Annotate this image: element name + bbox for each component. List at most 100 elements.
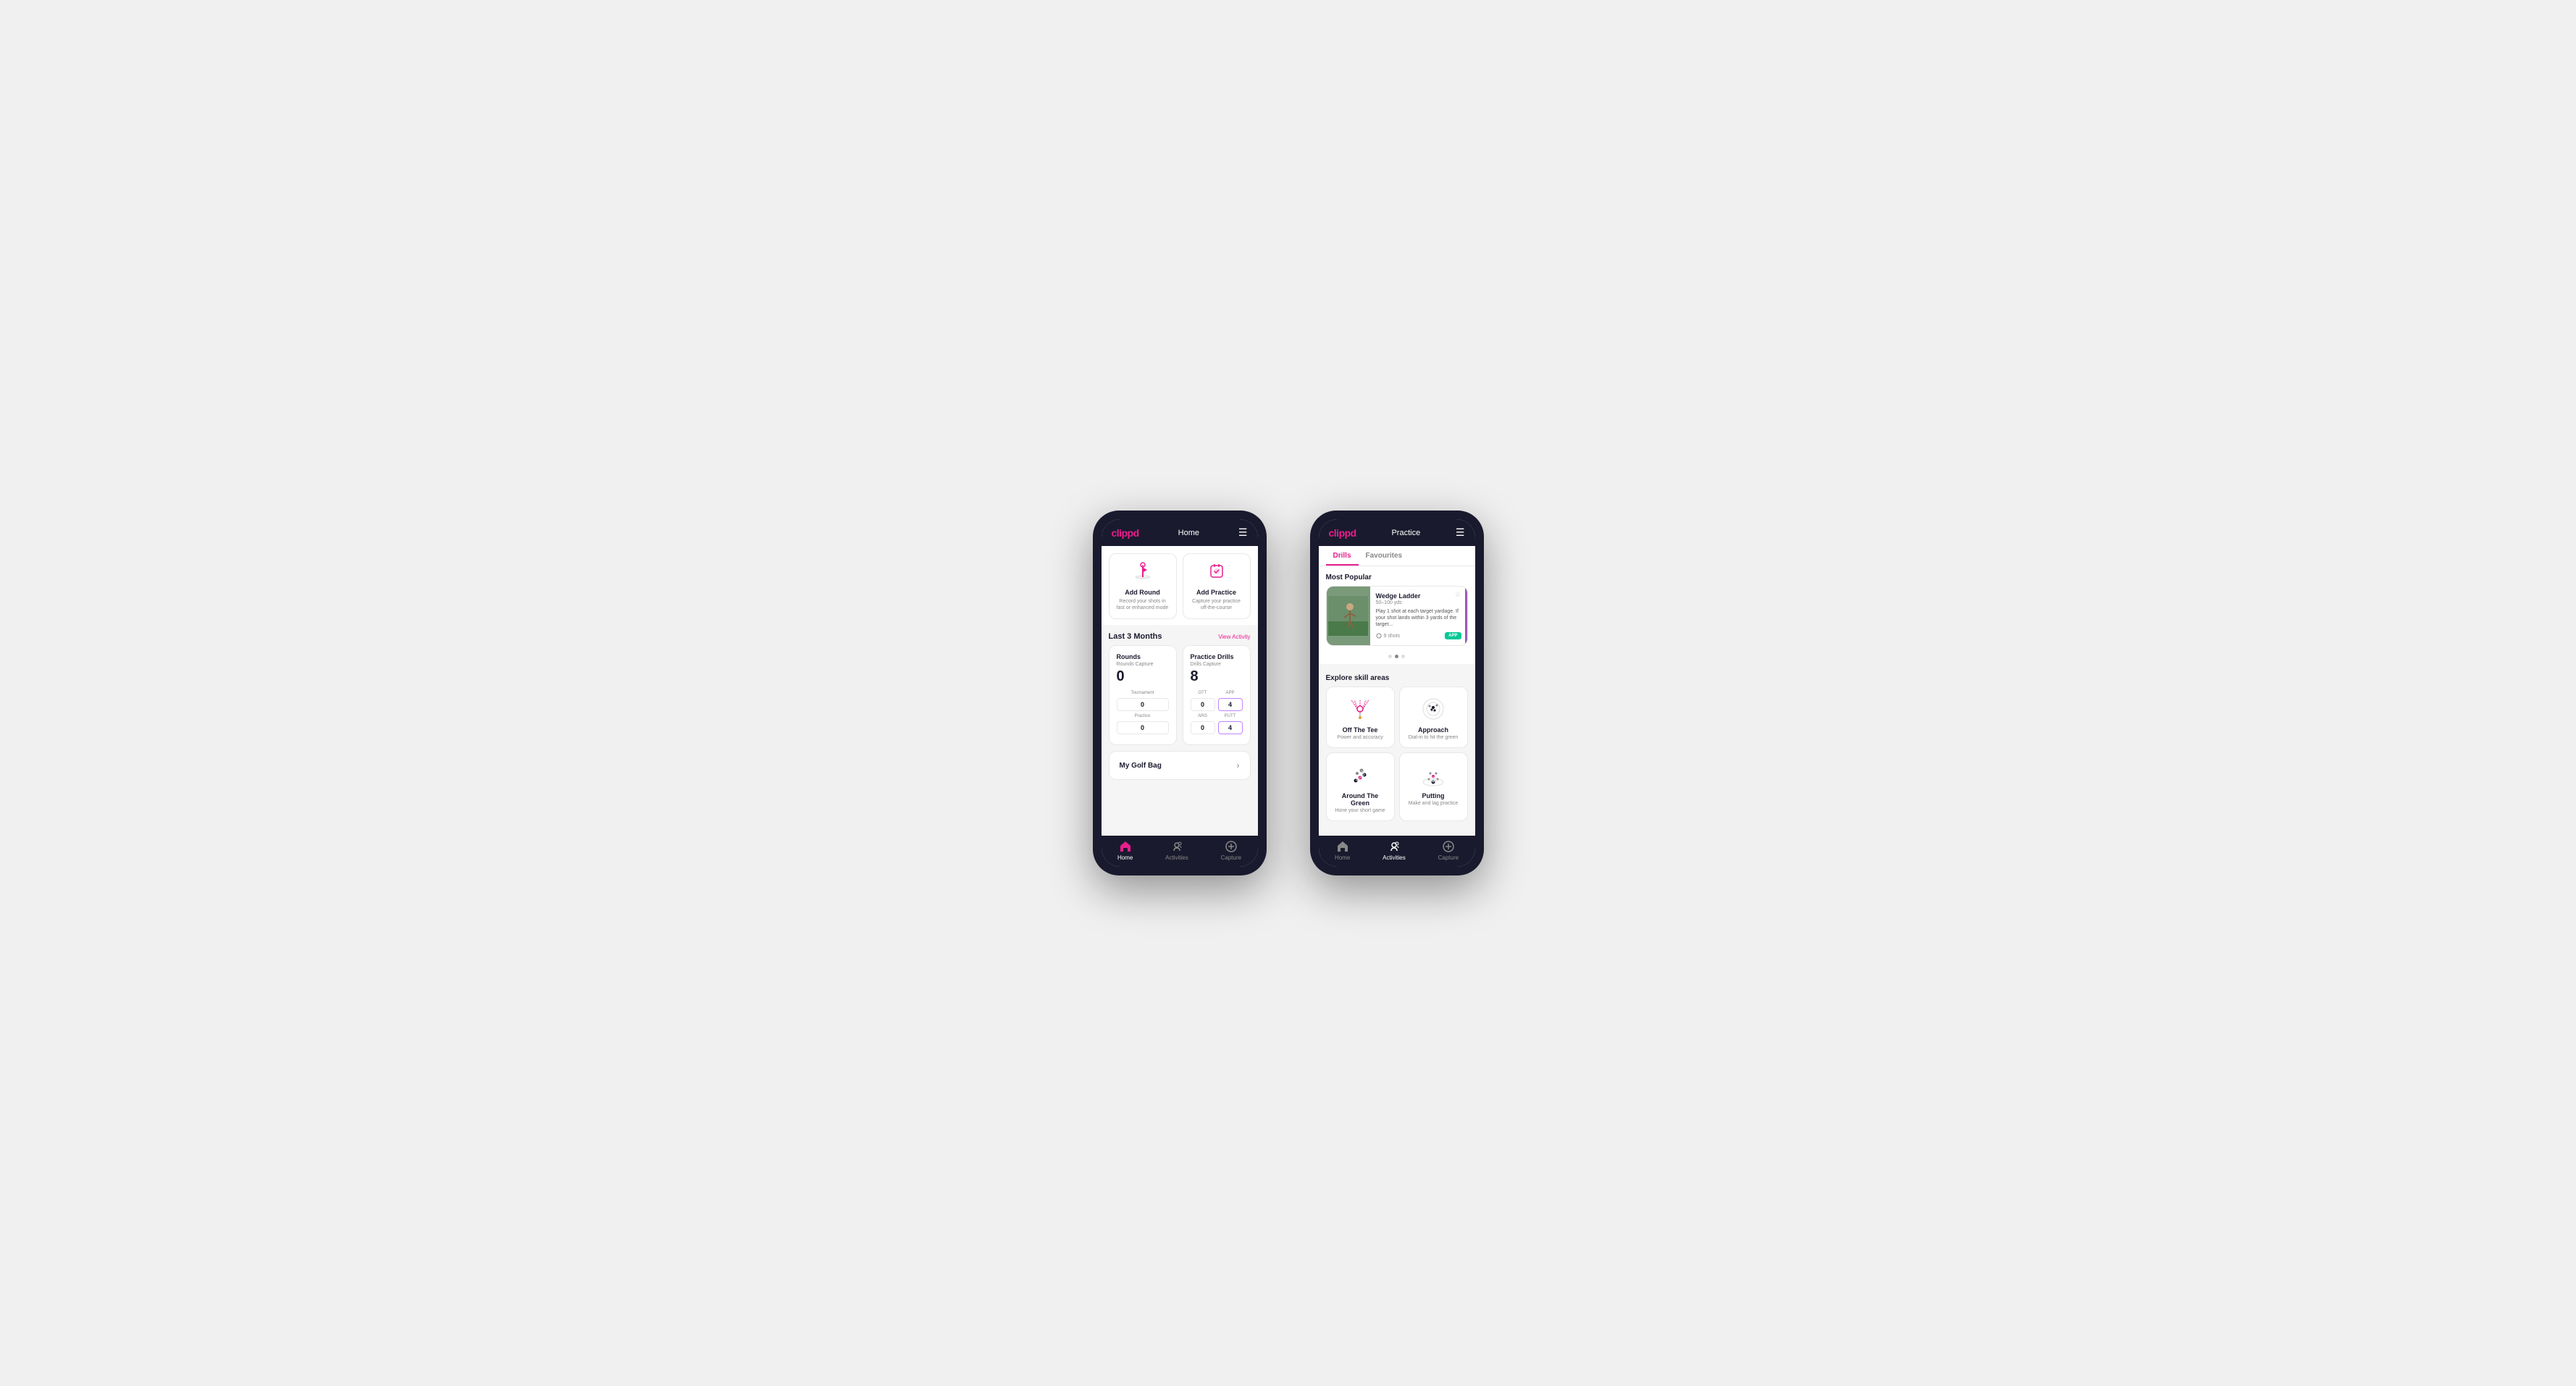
approach-name: Approach [1418,726,1448,734]
arg-val: 0 [1191,721,1215,734]
app-logo-2: clippd [1329,527,1356,539]
drill-title: Wedge Ladder [1376,592,1461,600]
app-label: APP [1218,691,1243,695]
off-the-tee-desc: Power and accuracy [1337,735,1383,740]
nav-capture-label: Capture [1221,854,1241,861]
practice-label: Practice [1117,714,1169,718]
skill-card-off-the-tee[interactable]: Off The Tee Power and accuracy [1326,686,1395,748]
rounds-title: Rounds [1117,653,1169,660]
nav-activities-2[interactable]: Activities [1383,840,1406,861]
dot-3 [1401,655,1405,658]
off-the-tee-icon [1346,694,1375,723]
home-content: Add Round Record your shots in fast or e… [1102,546,1258,836]
drill-badge: APP [1445,632,1461,639]
menu-icon-2[interactable]: ☰ [1456,526,1465,539]
menu-icon[interactable]: ☰ [1238,526,1248,539]
star-icon[interactable]: ☆ [1455,591,1461,599]
most-popular-title: Most Popular [1319,566,1475,586]
practice-content: Most Popular [1319,566,1475,836]
skill-card-approach[interactable]: Approach Dial-in to hit the green [1399,686,1468,748]
drills-total: 8 [1191,668,1243,685]
around-the-green-desc: Hone your short game [1335,808,1385,813]
dots-indicator [1319,652,1475,664]
tournament-val: 0 [1117,698,1169,711]
app-header-practice: clippd Practice ☰ [1319,519,1475,546]
nav-capture-2[interactable]: Capture [1438,840,1459,861]
explore-section: Explore skill areas [1319,668,1475,828]
rounds-card: Rounds Rounds Capture 0 Tournament 0 Pra… [1109,645,1177,745]
nav-home-label-2: Home [1335,854,1350,861]
view-activity-link[interactable]: View Activity [1218,634,1250,640]
rounds-tournament-row: Tournament [1117,691,1169,695]
header-title: Home [1178,529,1199,537]
explore-title: Explore skill areas [1326,668,1468,686]
practice-tabs: Drills Favourites [1319,546,1475,566]
approach-desc: Dial-in to hit the green [1409,735,1458,740]
arg-label: ARG [1191,714,1215,718]
practice-val: 0 [1117,721,1169,734]
skill-card-around-the-green[interactable]: Around The Green Hone your short game [1326,752,1395,821]
nav-home-label: Home [1117,854,1133,861]
drills-capture-label: Drills Capture [1191,662,1243,667]
app-header-home: clippd Home ☰ [1102,519,1258,546]
nav-home-2[interactable]: Home [1335,840,1350,861]
add-practice-title: Add Practice [1196,589,1236,596]
drill-description: Play 1 shot at each target yardage. If y… [1376,608,1461,628]
practice-drills-card: Practice Drills Drills Capture 8 OTT APP… [1183,645,1251,745]
bottom-nav-home: Home Activities Capture [1102,836,1258,867]
skill-card-putting[interactable]: Putting Make and lag practice [1399,752,1468,821]
home-nav-icon-2 [1336,840,1349,853]
drills-vals-row2: 0 4 [1191,721,1243,734]
drill-footer: 9 shots APP [1376,632,1461,639]
nav-activities[interactable]: Activities [1165,840,1188,861]
shots-icon [1376,633,1382,639]
dot-2 [1395,655,1398,658]
app-logo: clippd [1112,527,1139,539]
rounds-practice-val-row: 0 [1117,721,1169,734]
tab-favourites[interactable]: Favourites [1359,546,1410,566]
phone-home: clippd Home ☰ Ad [1093,511,1267,875]
nav-activities-label: Activities [1165,854,1188,861]
approach-icon [1419,694,1448,723]
drills-labels-row2: ARG PUTT [1191,714,1243,718]
bottom-nav-practice: Home Activities Capture [1319,836,1475,867]
drill-subtitle: 50–100 yds [1376,600,1461,605]
tab-drills[interactable]: Drills [1326,546,1359,566]
putting-icon [1419,760,1448,789]
golf-bag-row[interactable]: My Golf Bag › [1109,751,1251,780]
phone-practice: clippd Practice ☰ Drills Favourites Most… [1310,511,1484,875]
skill-grid: Off The Tee Power and accuracy [1326,686,1468,821]
activity-title: Last 3 Months [1109,632,1162,641]
activities-nav-icon-2 [1388,840,1401,853]
nav-activities-label-2: Activities [1383,854,1406,861]
rounds-total: 0 [1117,668,1169,685]
putting-desc: Make and lag practice [1409,801,1458,806]
activities-nav-icon [1170,840,1183,853]
nav-capture[interactable]: Capture [1221,840,1241,861]
nav-home[interactable]: Home [1117,840,1133,861]
purple-accent-bar [1465,587,1467,645]
stats-container: Rounds Rounds Capture 0 Tournament 0 Pra… [1102,645,1258,751]
rounds-capture-label: Rounds Capture [1117,662,1169,667]
chevron-icon: › [1237,760,1240,770]
add-practice-desc: Capture your practice off-the-course [1189,598,1244,611]
golf-bag-label: My Golf Bag [1120,762,1162,770]
tournament-label: Tournament [1117,691,1169,695]
capture-nav-icon-2 [1442,840,1455,853]
around-the-green-icon [1346,760,1375,789]
putt-label: PUTT [1218,714,1243,718]
action-cards-row: Add Round Record your shots in fast or e… [1102,546,1258,625]
add-round-card[interactable]: Add Round Record your shots in fast or e… [1109,553,1177,619]
drills-title: Practice Drills [1191,653,1243,660]
drill-card-image [1327,587,1370,645]
app-val: 4 [1218,698,1243,711]
ott-val: 0 [1191,698,1215,711]
drill-card-wedge[interactable]: Wedge Ladder 50–100 yds Play 1 shot at e… [1326,586,1468,646]
add-practice-card[interactable]: Add Practice Capture your practice off-t… [1183,553,1251,619]
add-round-title: Add Round [1125,589,1160,596]
most-popular-section: Most Popular [1319,566,1475,664]
home-nav-icon [1119,840,1132,853]
around-the-green-name: Around The Green [1333,792,1388,807]
practice-header-title: Practice [1391,529,1420,537]
add-round-desc: Record your shots in fast or enhanced mo… [1115,598,1170,611]
